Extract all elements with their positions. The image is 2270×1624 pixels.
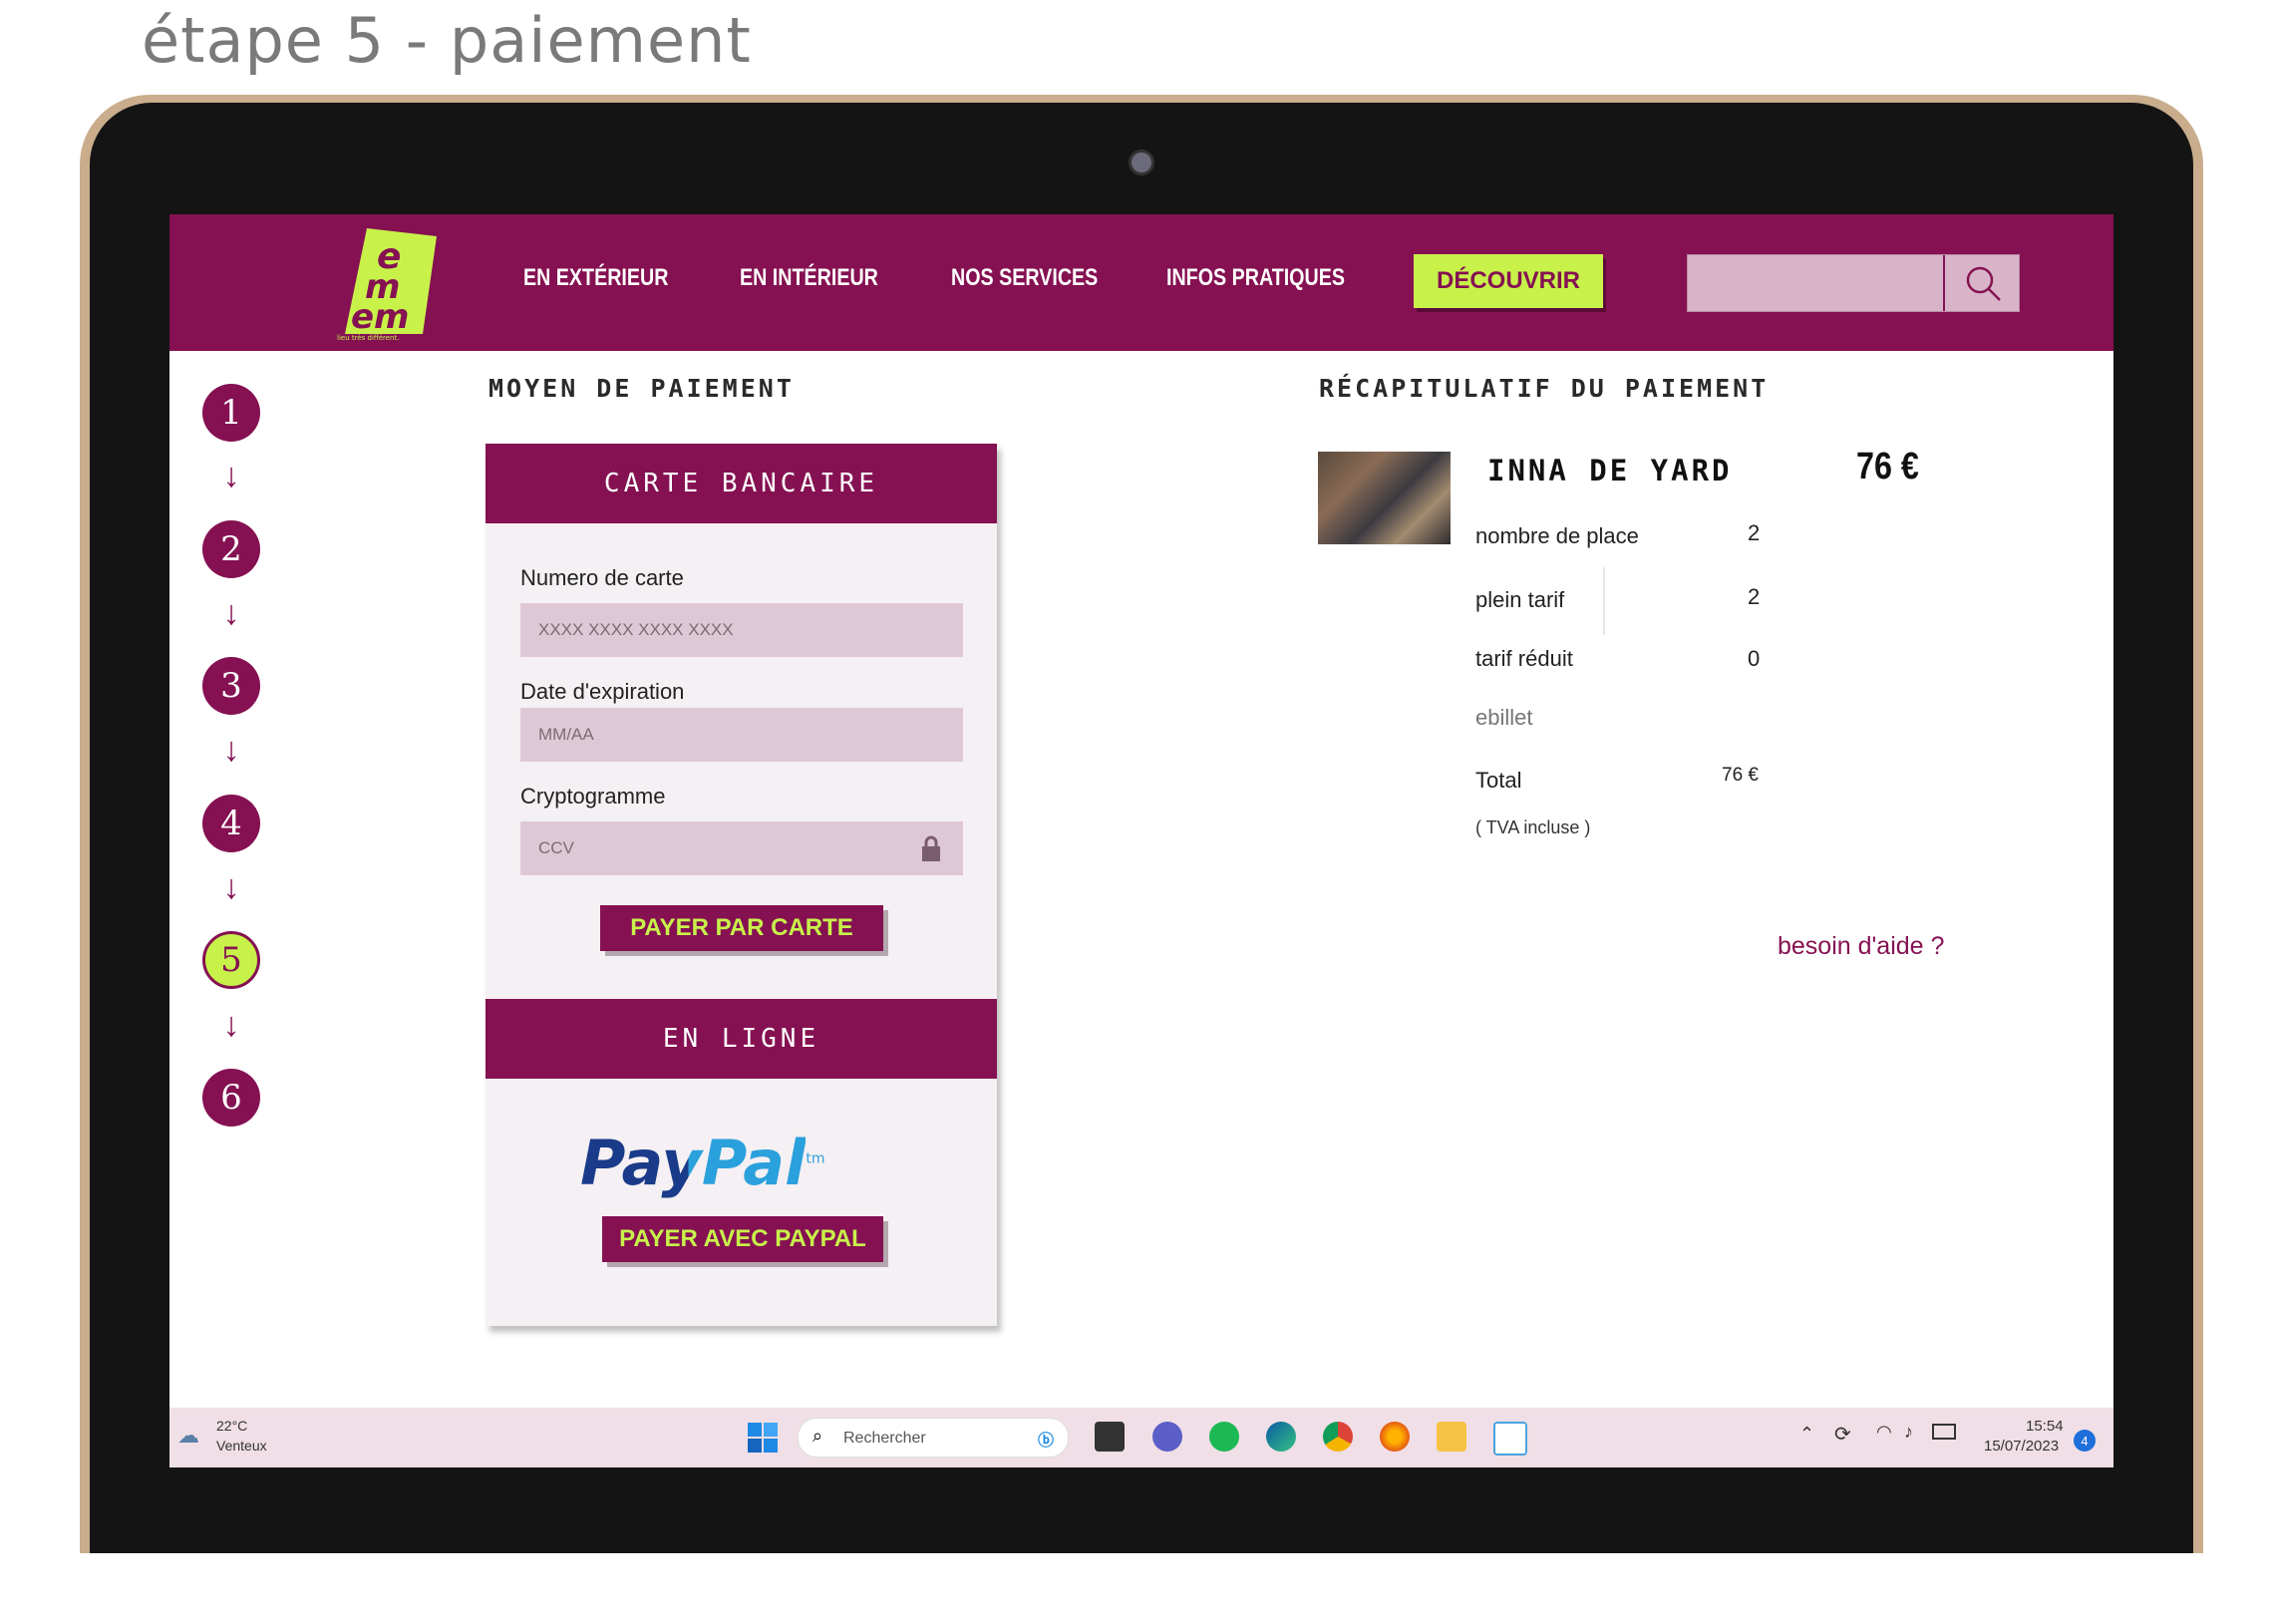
step-1[interactable]: 1 — [202, 384, 260, 442]
search-box — [1687, 254, 2020, 312]
cvv-input[interactable] — [520, 821, 963, 875]
expiry-label: Date d'expiration — [520, 679, 685, 704]
cvv-label: Cryptogramme — [520, 784, 666, 809]
discover-button[interactable]: DÉCOUVRIR — [1414, 254, 1603, 308]
arrow-down-icon: ↓ — [222, 868, 240, 906]
taskbar: ☁ 22°C Venteux ⌕ Rechercher ⓑ ⌃ ⟳ ◠ ♪ 15… — [169, 1408, 2113, 1467]
weather-desc[interactable]: Venteux — [216, 1438, 267, 1454]
ebillet-label: ebillet — [1475, 705, 1533, 730]
seats-value: 2 — [1748, 520, 1761, 545]
site-logo[interactable]: e m em lieu très différent. — [337, 226, 455, 342]
battery-icon[interactable] — [1932, 1424, 1956, 1440]
taskbar-search[interactable]: ⌕ Rechercher ⓑ — [798, 1418, 1069, 1458]
weather-temp[interactable]: 22°C — [216, 1418, 247, 1434]
arrow-down-icon: ↓ — [222, 1006, 240, 1044]
clock-date[interactable]: 15/07/2023 — [1984, 1438, 2059, 1455]
card-number-input[interactable] — [520, 603, 963, 657]
clock-time[interactable]: 15:54 — [2026, 1418, 2064, 1435]
screen: e m em lieu très différent. EN EXTÉRIEUR… — [169, 214, 2113, 1467]
file-explorer-icon[interactable] — [1437, 1422, 1466, 1452]
payment-panel: CARTE BANCAIRE Numero de carte Date d'ex… — [486, 444, 997, 1326]
bing-icon[interactable]: ⓑ — [1038, 1427, 1054, 1451]
paypal-tm: tm — [806, 1150, 825, 1167]
chrome-icon[interactable] — [1323, 1422, 1353, 1452]
summary-title: RÉCAPITULATIF DU PAIEMENT — [1319, 374, 1770, 403]
payment-title: MOYEN DE PAIEMENT — [488, 374, 795, 403]
notification-badge[interactable]: 4 — [2074, 1430, 2096, 1452]
expiry-input[interactable] — [520, 708, 963, 762]
sync-icon[interactable]: ⟳ — [1834, 1422, 1851, 1447]
step-6[interactable]: 6 — [202, 1069, 260, 1127]
event-price: 76 € — [1856, 446, 1919, 487]
taskbar-search-placeholder: Rechercher — [843, 1430, 926, 1447]
event-thumbnail[interactable] — [1318, 452, 1451, 544]
nav-exterieur[interactable]: EN EXTÉRIEUR — [523, 264, 668, 304]
site-header: e m em lieu très différent. EN EXTÉRIEUR… — [169, 214, 2113, 351]
firefox-icon[interactable] — [1380, 1422, 1410, 1452]
chevron-up-icon[interactable]: ⌃ — [1799, 1424, 1814, 1445]
nav-services[interactable]: NOS SERVICES — [951, 264, 1098, 304]
lock-icon — [920, 834, 942, 867]
full-price-label: plein tarif — [1475, 587, 1565, 612]
teams-icon[interactable] — [1152, 1422, 1182, 1452]
help-link[interactable]: besoin d'aide ? — [1778, 932, 1944, 961]
paypal-logo-text: PayPal — [580, 1127, 807, 1199]
volume-icon[interactable]: ♪ — [1904, 1422, 1913, 1443]
nav-infos-pratiques[interactable]: INFOS PRATIQUES — [1166, 264, 1345, 304]
step-3[interactable]: 3 — [202, 657, 260, 715]
online-section-header: EN LIGNE — [486, 999, 997, 1079]
reduced-price-value: 0 — [1748, 646, 1761, 671]
arrow-down-icon: ↓ — [222, 731, 240, 769]
weather-icon: ☁ — [177, 1423, 199, 1448]
svg-text:em: em — [351, 297, 410, 337]
search-icon — [1966, 266, 2001, 301]
edge-icon[interactable] — [1266, 1422, 1296, 1452]
card-section-header: CARTE BANCAIRE — [486, 444, 997, 523]
divider — [1603, 567, 1605, 635]
pay-card-button[interactable]: PAYER PAR CARTE — [600, 905, 883, 951]
vat-note: ( TVA incluse ) — [1475, 817, 1591, 837]
step-2[interactable]: 2 — [202, 520, 260, 578]
card-number-label: Numero de carte — [520, 565, 684, 590]
search-input[interactable] — [1688, 255, 1949, 311]
spotify-icon[interactable] — [1209, 1422, 1239, 1452]
paypal-logo: PayPaltm — [580, 1127, 825, 1199]
svg-text:lieu très différent.: lieu très différent. — [337, 334, 399, 342]
total-value: 76 € — [1722, 765, 1759, 786]
arrow-down-icon: ↓ — [222, 594, 240, 632]
pay-paypal-button[interactable]: PAYER AVEC PAYPAL — [602, 1216, 883, 1262]
search-icon: ⌕ — [812, 1426, 823, 1446]
full-price-value: 2 — [1748, 584, 1761, 609]
seats-label: nombre de place — [1475, 523, 1639, 548]
reduced-price-label: tarif réduit — [1475, 646, 1573, 671]
total-label: Total — [1475, 768, 1522, 793]
nav-interieur[interactable]: EN INTÉRIEUR — [740, 264, 878, 304]
event-name: INNA DE YARD — [1487, 454, 1733, 487]
page-caption: étape 5 - paiement — [142, 4, 752, 77]
task-view-icon[interactable] — [1095, 1422, 1125, 1452]
arrow-down-icon: ↓ — [222, 457, 240, 494]
windows-start-icon[interactable] — [748, 1423, 778, 1453]
step-4[interactable]: 4 — [202, 795, 260, 852]
webcam-icon — [1129, 150, 1154, 175]
snipping-tool-icon[interactable] — [1493, 1422, 1527, 1456]
search-button[interactable] — [1943, 255, 2021, 311]
wifi-icon[interactable]: ◠ — [1876, 1422, 1892, 1443]
step-5-active[interactable]: 5 — [202, 931, 260, 989]
